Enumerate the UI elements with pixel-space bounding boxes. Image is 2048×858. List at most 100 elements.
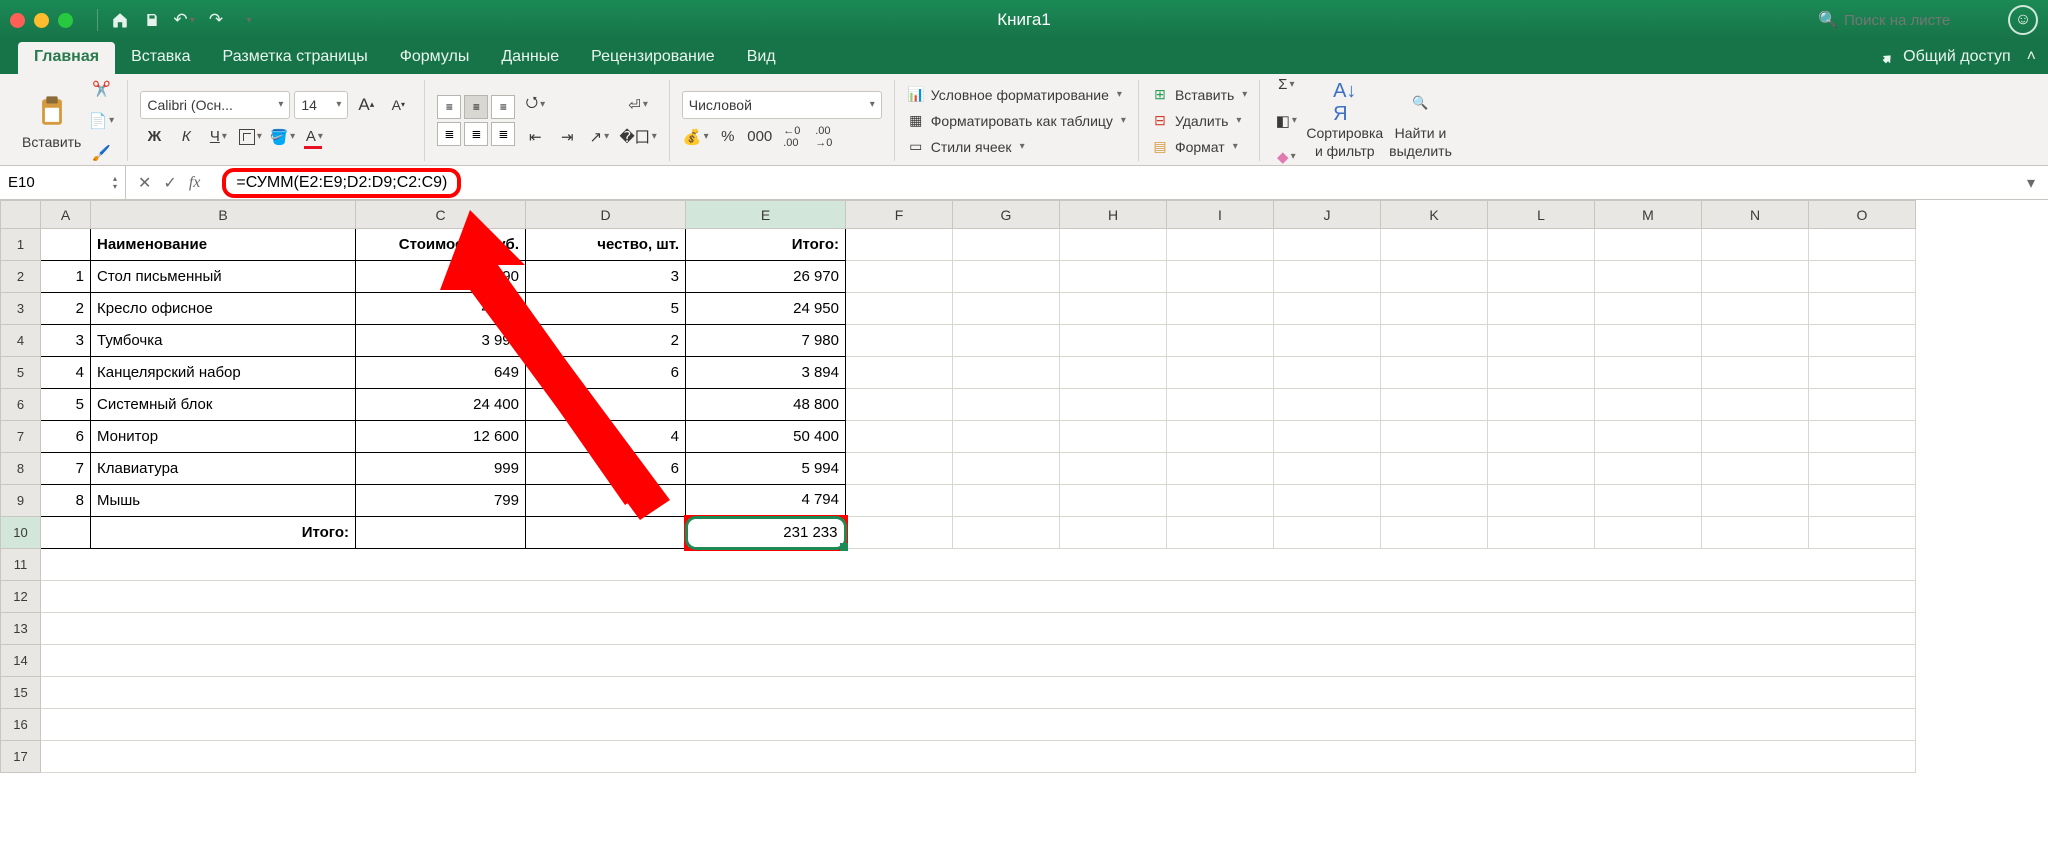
cell[interactable]: 12 600 xyxy=(356,421,526,453)
cell[interactable] xyxy=(1702,261,1809,293)
cell[interactable] xyxy=(953,293,1060,325)
cell[interactable] xyxy=(41,549,1916,581)
cell[interactable]: Тумбочка xyxy=(91,325,356,357)
col-header[interactable]: A xyxy=(41,201,91,229)
row-header[interactable]: 12 xyxy=(1,581,41,613)
cell[interactable] xyxy=(41,517,91,549)
cell[interactable] xyxy=(1702,293,1809,325)
undo-icon[interactable]: ↶▾ xyxy=(168,4,200,36)
cell-styles-button[interactable]: ▭Стили ячеек▾ xyxy=(907,138,1126,156)
cell[interactable] xyxy=(1167,453,1274,485)
cell[interactable] xyxy=(41,677,1916,709)
tab-home[interactable]: Главная xyxy=(18,42,115,74)
cell[interactable] xyxy=(1702,389,1809,421)
cell[interactable] xyxy=(1595,421,1702,453)
home-icon[interactable] xyxy=(104,4,136,36)
row-header[interactable]: 10 xyxy=(1,517,41,549)
cell[interactable]: 2 xyxy=(41,293,91,325)
col-header[interactable]: G xyxy=(953,201,1060,229)
align-top-center[interactable]: ≡ xyxy=(464,95,488,119)
cell[interactable] xyxy=(1381,517,1488,549)
cell[interactable] xyxy=(1060,453,1167,485)
cell[interactable] xyxy=(1809,229,1916,261)
cell[interactable]: Системный блок xyxy=(91,389,356,421)
cell[interactable] xyxy=(1488,293,1595,325)
align-top-right[interactable]: ≡ xyxy=(491,95,515,119)
cell[interactable] xyxy=(1702,229,1809,261)
currency-button[interactable]: 💰▾ xyxy=(682,123,710,151)
cell[interactable] xyxy=(1488,229,1595,261)
cell[interactable] xyxy=(1167,325,1274,357)
cell[interactable] xyxy=(1702,325,1809,357)
cell[interactable] xyxy=(1595,389,1702,421)
cell[interactable] xyxy=(1595,229,1702,261)
cell[interactable] xyxy=(1060,293,1167,325)
col-header[interactable]: L xyxy=(1488,201,1595,229)
cell[interactable] xyxy=(1060,485,1167,517)
cell[interactable] xyxy=(1167,229,1274,261)
cell[interactable] xyxy=(356,517,526,549)
cell[interactable]: 3 xyxy=(526,261,686,293)
row-header[interactable]: 9 xyxy=(1,485,41,517)
cell[interactable] xyxy=(1274,325,1381,357)
cell[interactable]: 1 xyxy=(41,261,91,293)
cell[interactable] xyxy=(846,293,953,325)
cell[interactable] xyxy=(1060,389,1167,421)
collapse-ribbon-icon[interactable]: ˄ xyxy=(2027,48,2036,66)
cell[interactable] xyxy=(1060,357,1167,389)
row-header[interactable]: 6 xyxy=(1,389,41,421)
col-header[interactable]: F xyxy=(846,201,953,229)
tab-data[interactable]: Данные xyxy=(485,42,575,74)
percent-button[interactable]: % xyxy=(714,123,742,151)
tab-review[interactable]: Рецензирование xyxy=(575,42,731,74)
cell[interactable]: 4 xyxy=(526,421,686,453)
cell[interactable] xyxy=(1595,517,1702,549)
insert-cells-button[interactable]: ⊞Вставить▾ xyxy=(1151,86,1247,104)
cell[interactable] xyxy=(526,389,686,421)
search-input[interactable] xyxy=(1844,12,1994,29)
cell[interactable] xyxy=(1809,517,1916,549)
cell[interactable] xyxy=(846,453,953,485)
cell[interactable]: 48 800 xyxy=(686,389,846,421)
decrease-font-icon[interactable]: A▾ xyxy=(384,91,412,119)
cell[interactable]: 6 xyxy=(41,421,91,453)
cell[interactable] xyxy=(1595,325,1702,357)
tab-page-layout[interactable]: Разметка страницы xyxy=(207,42,384,74)
cell[interactable] xyxy=(1488,421,1595,453)
col-header[interactable]: M xyxy=(1595,201,1702,229)
tab-insert[interactable]: Вставка xyxy=(115,42,206,74)
cell[interactable] xyxy=(41,645,1916,677)
cell[interactable] xyxy=(846,325,953,357)
cell[interactable] xyxy=(1381,453,1488,485)
row-header[interactable]: 7 xyxy=(1,421,41,453)
cell[interactable] xyxy=(1381,389,1488,421)
cell[interactable] xyxy=(1167,293,1274,325)
cell[interactable] xyxy=(1702,421,1809,453)
cell[interactable] xyxy=(1381,357,1488,389)
col-header[interactable]: I xyxy=(1167,201,1274,229)
cell[interactable] xyxy=(846,485,953,517)
copy-icon[interactable]: 📄▾ xyxy=(87,107,115,135)
cell[interactable] xyxy=(953,357,1060,389)
row-header[interactable]: 2 xyxy=(1,261,41,293)
cell[interactable] xyxy=(1274,421,1381,453)
cell[interactable] xyxy=(1060,325,1167,357)
cell[interactable]: 6 xyxy=(526,453,686,485)
cell[interactable] xyxy=(1274,389,1381,421)
orientation-button[interactable]: ⭯▾ xyxy=(521,91,549,119)
cell[interactable]: 8 xyxy=(41,485,91,517)
cell[interactable] xyxy=(953,421,1060,453)
cell[interactable] xyxy=(1809,453,1916,485)
feedback-smiley-icon[interactable]: ☺ xyxy=(2008,5,2038,35)
cell[interactable]: 50 400 xyxy=(686,421,846,453)
cell[interactable]: 649 xyxy=(356,357,526,389)
cell[interactable] xyxy=(1702,453,1809,485)
conditional-formatting-button[interactable]: 📊Условное форматирование▾ xyxy=(907,86,1126,104)
cell[interactable]: 3 xyxy=(41,325,91,357)
cell[interactable] xyxy=(846,517,953,549)
cell[interactable] xyxy=(846,357,953,389)
cell[interactable] xyxy=(1809,293,1916,325)
cell[interactable] xyxy=(1167,517,1274,549)
col-header[interactable]: O xyxy=(1809,201,1916,229)
redo-icon[interactable]: ↷ xyxy=(200,4,232,36)
